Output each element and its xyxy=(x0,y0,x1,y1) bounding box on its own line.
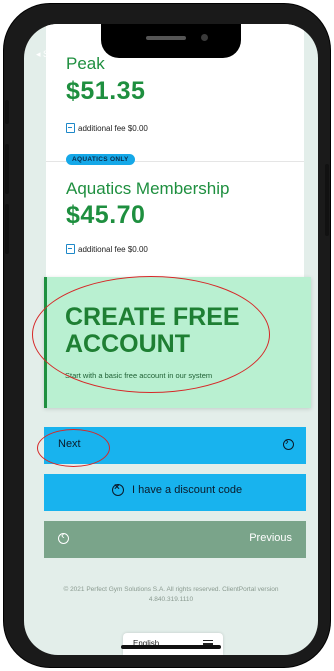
copyright-text: © 2021 Perfect Gym Solutions S.A. All ri… xyxy=(63,586,279,603)
next-button-label: Next xyxy=(58,438,81,450)
fee-text: additional fee $0.00 xyxy=(78,244,148,254)
discount-icon xyxy=(112,482,124,496)
phone-frame: Peak $51.35 additional fee $0.00 AQUATIC… xyxy=(4,4,330,667)
create-account-subtitle: Start with a basic free account in our s… xyxy=(65,371,213,380)
network-type: 4G xyxy=(264,47,278,58)
status-indicators: 4G xyxy=(250,47,300,58)
previous-button-label: Previous xyxy=(249,532,292,544)
receipt-icon xyxy=(66,123,75,133)
notch xyxy=(101,24,241,58)
mute-switch xyxy=(5,100,9,124)
plan-price-aquatics: $45.70 xyxy=(66,201,146,229)
next-button[interactable]: Next xyxy=(44,427,306,464)
status-bar: 11:53 ◂ Search 4G xyxy=(24,24,318,62)
back-to-search-link[interactable]: ◂ Search xyxy=(36,49,72,60)
volume-down-button xyxy=(5,204,9,254)
aquatics-badge: AQUATICS ONLY xyxy=(66,154,135,165)
home-indicator xyxy=(121,645,221,649)
speaker-grille xyxy=(146,36,186,40)
power-button xyxy=(325,164,329,236)
previous-button[interactable]: Previous xyxy=(44,521,306,558)
signal-icon xyxy=(250,49,261,57)
arrow-right-icon xyxy=(283,436,294,450)
plan-fee-peak: additional fee $0.00 xyxy=(66,123,148,133)
battery-icon xyxy=(282,47,300,58)
create-account-title: CREATE FREE ACCOUNT xyxy=(65,303,240,358)
receipt-icon xyxy=(66,244,75,254)
discount-button-label: I have a discount code xyxy=(132,484,243,496)
fee-text: additional fee $0.00 xyxy=(78,123,148,133)
plans-card: Peak $51.35 additional fee $0.00 AQUATIC… xyxy=(46,24,304,289)
arrow-left-icon xyxy=(58,530,69,544)
language-selector[interactable]: English xyxy=(123,633,223,655)
plan-fee-aquatics: additional fee $0.00 xyxy=(66,244,148,254)
discount-code-button[interactable]: I have a discount code xyxy=(44,474,306,511)
plan-price-peak: $51.35 xyxy=(66,77,146,105)
volume-up-button xyxy=(5,144,9,194)
status-time: 11:53 xyxy=(48,34,81,49)
plan-name-aquatics: Aquatics Membership xyxy=(66,179,230,198)
screen: Peak $51.35 additional fee $0.00 AQUATIC… xyxy=(24,24,318,655)
camera-dot xyxy=(201,34,208,41)
create-account-banner[interactable]: CREATE FREE ACCOUNT Start with a basic f… xyxy=(44,277,311,408)
